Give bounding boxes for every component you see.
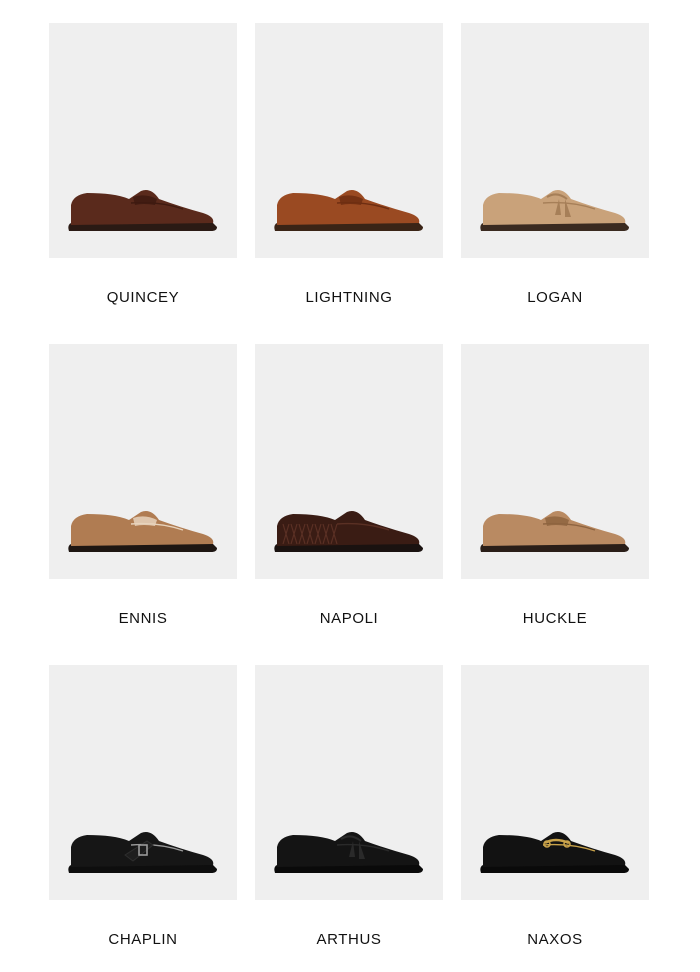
penny-loafer-icon	[68, 190, 217, 231]
product-name[interactable]: LIGHTNING	[255, 289, 443, 306]
product-card-quincey[interactable]: QUINCEY	[49, 23, 237, 313]
woven-loafer-icon	[274, 511, 423, 552]
product-name[interactable]: ENNIS	[49, 610, 237, 627]
product-card-napoli[interactable]: NAPOLI	[255, 344, 443, 634]
product-image[interactable]	[461, 23, 649, 258]
product-card-lightning[interactable]: LIGHTNING	[255, 23, 443, 313]
tassel-loafer-icon	[480, 190, 629, 231]
product-card-ennis[interactable]: ENNIS	[49, 344, 237, 634]
product-image[interactable]	[49, 344, 237, 579]
monk-strap-icon	[68, 832, 217, 873]
product-image[interactable]	[255, 665, 443, 900]
bit-loafer-icon	[480, 832, 629, 873]
product-name[interactable]: NAPOLI	[255, 610, 443, 627]
product-image[interactable]	[255, 23, 443, 258]
product-name[interactable]: ARTHUS	[255, 931, 443, 948]
penny-loafer-icon	[274, 190, 423, 231]
product-name[interactable]: NAXOS	[461, 931, 649, 948]
product-image[interactable]	[461, 665, 649, 900]
product-name[interactable]: LOGAN	[461, 289, 649, 306]
product-name[interactable]: HUCKLE	[461, 610, 649, 627]
product-name[interactable]: CHAPLIN	[49, 931, 237, 948]
product-image[interactable]	[49, 665, 237, 900]
product-card-huckle[interactable]: HUCKLE	[461, 344, 649, 634]
penny-loafer-icon	[68, 511, 217, 552]
product-image[interactable]	[49, 23, 237, 258]
product-card-logan[interactable]: LOGAN	[461, 23, 649, 313]
product-image[interactable]	[255, 344, 443, 579]
product-image[interactable]	[461, 344, 649, 579]
product-card-arthus[interactable]: ARTHUS	[255, 665, 443, 955]
product-card-chaplin[interactable]: CHAPLIN	[49, 665, 237, 955]
penny-loafer-icon	[480, 511, 629, 552]
product-grid: QUINCEY LIGHTNING LOGAN ENNIS NAPOLI HUCKLE CH…	[0, 0, 700, 972]
tassel-loafer-icon	[274, 832, 423, 873]
product-card-naxos[interactable]: NAXOS	[461, 665, 649, 955]
product-name[interactable]: QUINCEY	[49, 289, 237, 306]
